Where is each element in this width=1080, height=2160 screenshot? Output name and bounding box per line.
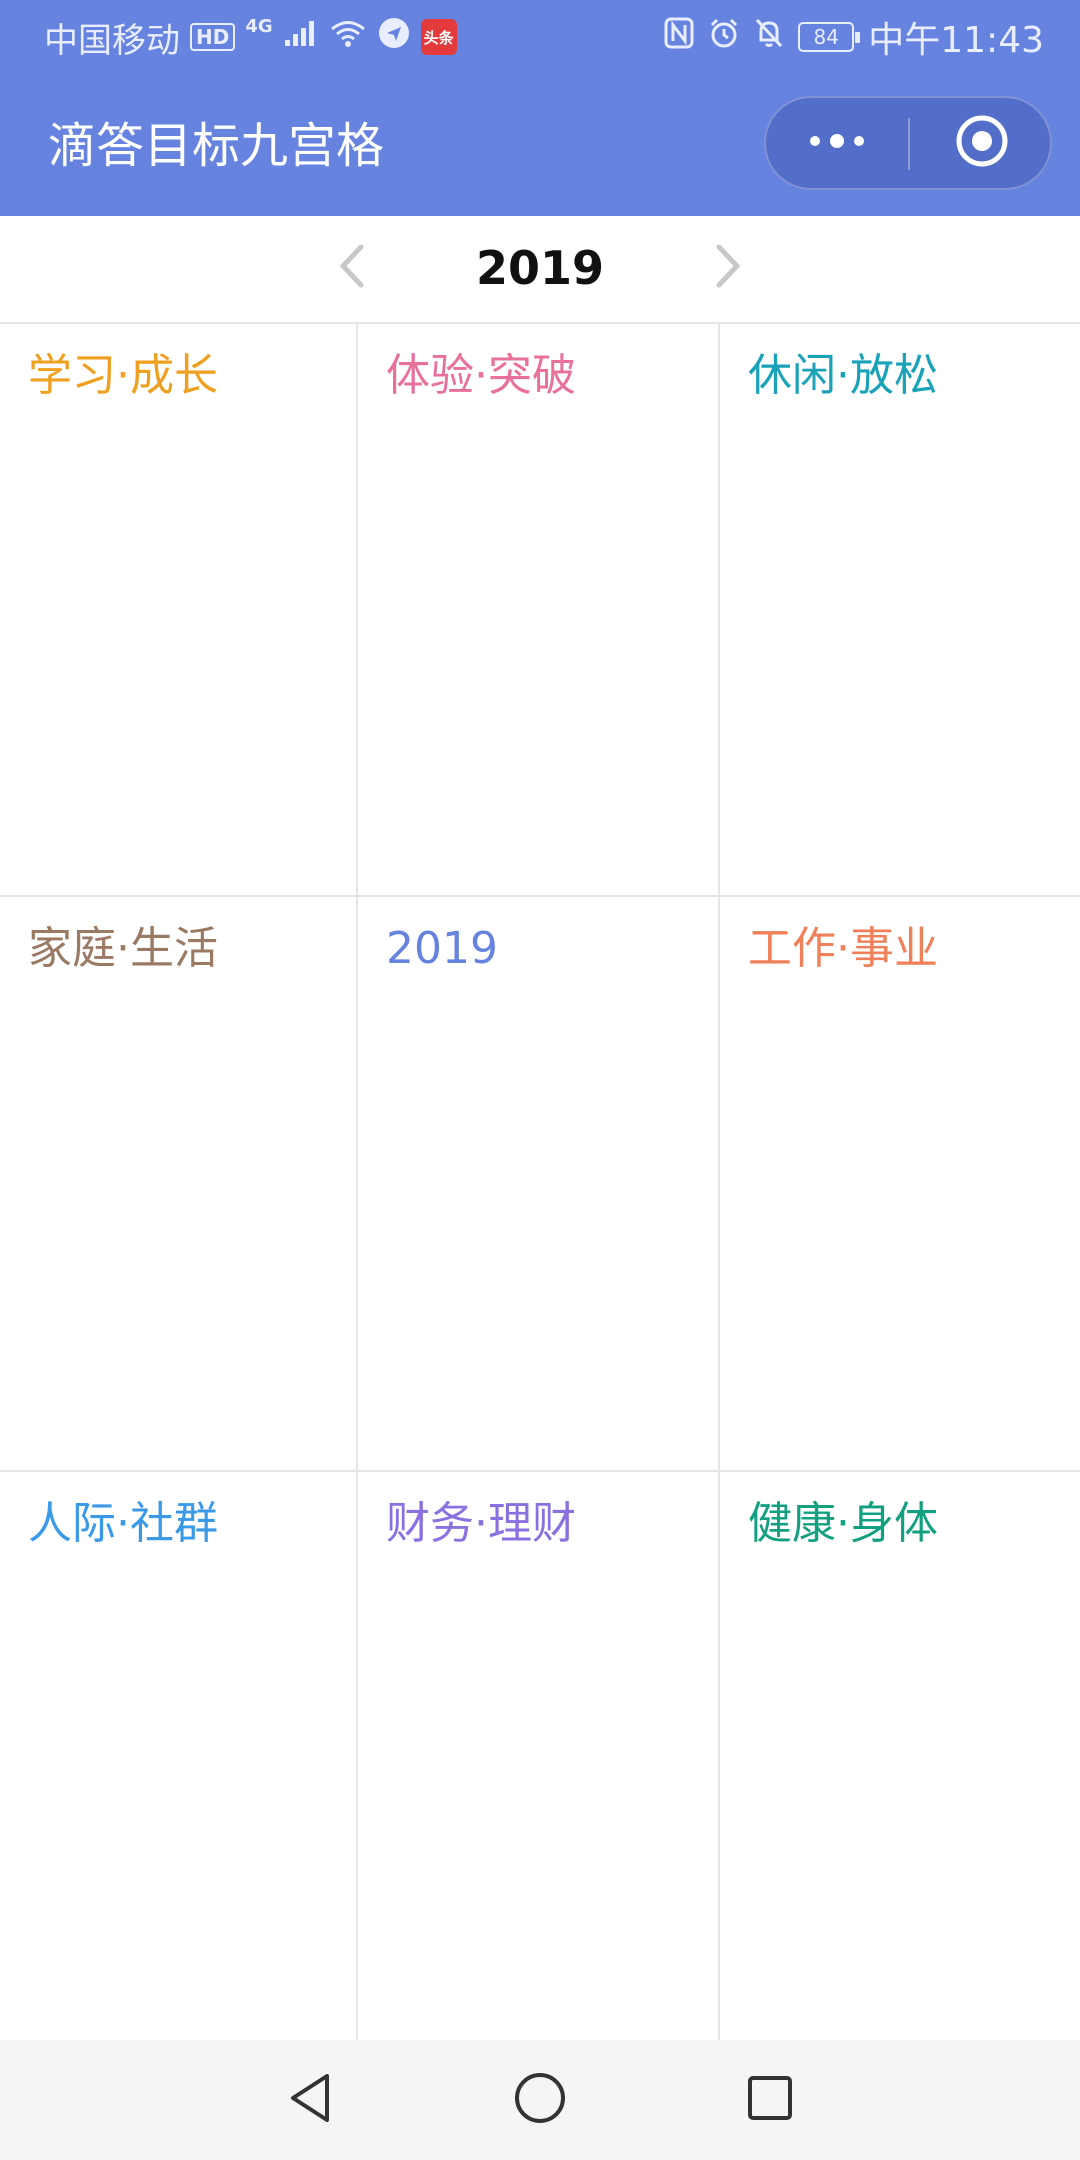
carrier-label: 中国移动 <box>44 20 180 61</box>
mini-program-capsule <box>764 96 1052 190</box>
center-year-title: 2019 <box>386 923 498 974</box>
recent-square-icon <box>745 2073 795 2127</box>
capsule-divider <box>908 118 910 170</box>
grid-cell-health[interactable]: 健康·身体 <box>720 1472 1080 2042</box>
grid-cell-center-year[interactable]: 2019 <box>358 897 720 1472</box>
chevron-right-icon <box>713 243 743 293</box>
home-circle-icon <box>513 2071 567 2129</box>
grid-cell-leisure[interactable]: 休闲·放松 <box>720 324 1080 897</box>
alarm-icon <box>708 17 740 58</box>
signal-icon <box>283 17 319 57</box>
cell-title: 体验·突破 <box>386 350 576 401</box>
system-navigation-bar <box>0 2040 1080 2160</box>
cell-title: 学习·成长 <box>28 350 218 401</box>
chevron-left-icon <box>337 243 367 293</box>
top-app-bar: 中国移动 HD 4G 头条 84 中午11:43 滴答目标九宫格 <box>0 0 1080 216</box>
year-navigation: 2019 <box>0 216 1080 322</box>
toutiao-app-icon: 头条 <box>420 19 457 55</box>
mute-bell-icon <box>754 17 784 58</box>
grid-cell-social[interactable]: 人际·社群 <box>0 1472 358 2042</box>
cell-title: 家庭·生活 <box>28 923 218 974</box>
more-dots-icon <box>807 131 867 155</box>
cell-title: 休闲·放松 <box>748 350 938 401</box>
cell-title: 人际·社群 <box>28 1498 218 1549</box>
target-close-icon <box>955 114 1009 172</box>
hd-badge: HD <box>190 23 236 51</box>
back-triangle-icon <box>285 2071 335 2129</box>
grid-cell-learning[interactable]: 学习·成长 <box>0 324 358 897</box>
send-icon <box>377 16 411 59</box>
status-left: 中国移动 HD 4G 头条 <box>44 10 457 64</box>
nfc-icon <box>664 17 694 58</box>
close-mini-program-button[interactable] <box>912 98 1052 188</box>
status-right: 84 中午11:43 <box>664 10 1044 64</box>
grid-cell-experience[interactable]: 体验·突破 <box>358 324 720 897</box>
grid-cell-finance[interactable]: 财务·理财 <box>358 1472 720 2042</box>
cell-title: 健康·身体 <box>748 1498 938 1549</box>
cell-title: 工作·事业 <box>748 923 938 974</box>
grid-cell-family[interactable]: 家庭·生活 <box>0 897 358 1472</box>
goal-nine-grid: 学习·成长 体验·突破 休闲·放松 家庭·生活 2019 工作·事业 人际·社群… <box>0 322 1080 2042</box>
next-year-button[interactable] <box>698 238 758 298</box>
cell-title: 财务·理财 <box>386 1498 576 1549</box>
nav-back-button[interactable] <box>280 2070 340 2130</box>
network-type: 4G <box>245 16 273 37</box>
current-year-label: 2019 <box>475 241 605 295</box>
app-title: 滴答目标九宫格 <box>48 118 385 174</box>
clock-label: 中午11:43 <box>868 20 1044 61</box>
status-bar: 中国移动 HD 4G 头条 84 中午11:43 <box>0 0 1080 72</box>
previous-year-button[interactable] <box>322 238 382 298</box>
nav-home-button[interactable] <box>510 2070 570 2130</box>
nav-recent-button[interactable] <box>740 2070 800 2130</box>
wifi-icon <box>329 17 367 57</box>
grid-cell-career[interactable]: 工作·事业 <box>720 897 1080 1472</box>
more-button[interactable] <box>766 98 908 188</box>
battery-indicator: 84 <box>798 22 861 52</box>
